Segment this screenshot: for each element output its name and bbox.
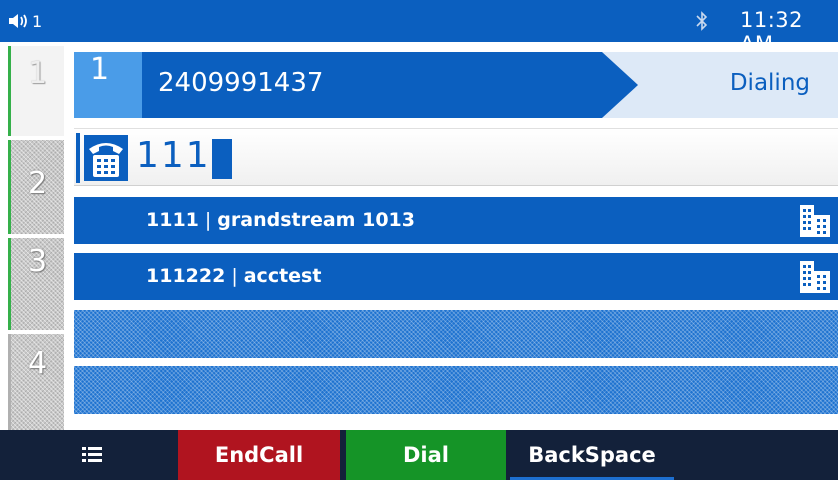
line-key-label: 4: [27, 346, 48, 381]
suggestion-separator: |: [204, 209, 212, 231]
softkey-bar: EndCall Dial BackSpace: [0, 430, 838, 480]
bluetooth-icon: [696, 11, 708, 31]
suggestion-text: 1111 | grandstream 1013: [146, 209, 415, 231]
suggestion-number: 1111: [146, 209, 199, 231]
volume-indicator: 1: [8, 10, 42, 32]
line-keys-column: 1 2 3 4: [0, 42, 64, 430]
dial-input-field[interactable]: 111: [74, 128, 838, 186]
call-line-number: 1: [90, 52, 110, 87]
line-key-4[interactable]: 4: [8, 334, 64, 430]
menu-softkey[interactable]: [60, 430, 124, 480]
dialed-digits: 111: [136, 135, 211, 176]
line-key-label: 3: [27, 244, 48, 279]
line-key-2[interactable]: 2: [8, 140, 64, 234]
call-arrow: [602, 52, 638, 118]
dial-softkey[interactable]: Dial: [346, 430, 506, 480]
clock: 11:32 AM: [740, 8, 804, 56]
call-line-badge: 1: [74, 52, 142, 118]
empty-suggestion-row: [74, 366, 838, 414]
phone-icon: [84, 135, 128, 181]
status-bar: 1 11:32 AM: [0, 0, 838, 56]
contact-suggestion-2[interactable]: 111222 | acctest: [74, 253, 838, 300]
company-contact-icon: [800, 261, 830, 293]
suggestion-name: acctest: [243, 265, 322, 287]
line-key-3[interactable]: 3: [8, 238, 64, 330]
speaker-volume-icon: [9, 14, 27, 28]
contact-suggestion-1[interactable]: 1111 | grandstream 1013: [74, 197, 838, 244]
active-call-row[interactable]: 1 2409991437 Dialing: [74, 52, 838, 118]
input-accent-bar: [76, 133, 80, 183]
backspace-softkey[interactable]: BackSpace: [510, 430, 674, 480]
suggestion-separator: |: [231, 265, 238, 287]
call-number: 2409991437: [158, 68, 324, 98]
line-key-label: 1: [27, 56, 48, 91]
menu-list-icon: [82, 447, 102, 462]
call-status: Dialing: [729, 70, 810, 96]
suggestion-name: grandstream 1013: [217, 209, 415, 231]
empty-suggestion-row: [74, 310, 838, 358]
text-cursor: [212, 139, 232, 179]
backspace-label: BackSpace: [528, 443, 656, 467]
suggestion-number: 111222: [146, 265, 226, 287]
company-contact-icon: [800, 205, 830, 237]
line-key-label: 2: [27, 166, 48, 201]
line-key-1[interactable]: 1: [8, 46, 64, 136]
suggestion-text: 111222 | acctest: [146, 265, 321, 287]
account-index: 1: [32, 11, 43, 31]
endcall-softkey[interactable]: EndCall: [178, 430, 340, 480]
